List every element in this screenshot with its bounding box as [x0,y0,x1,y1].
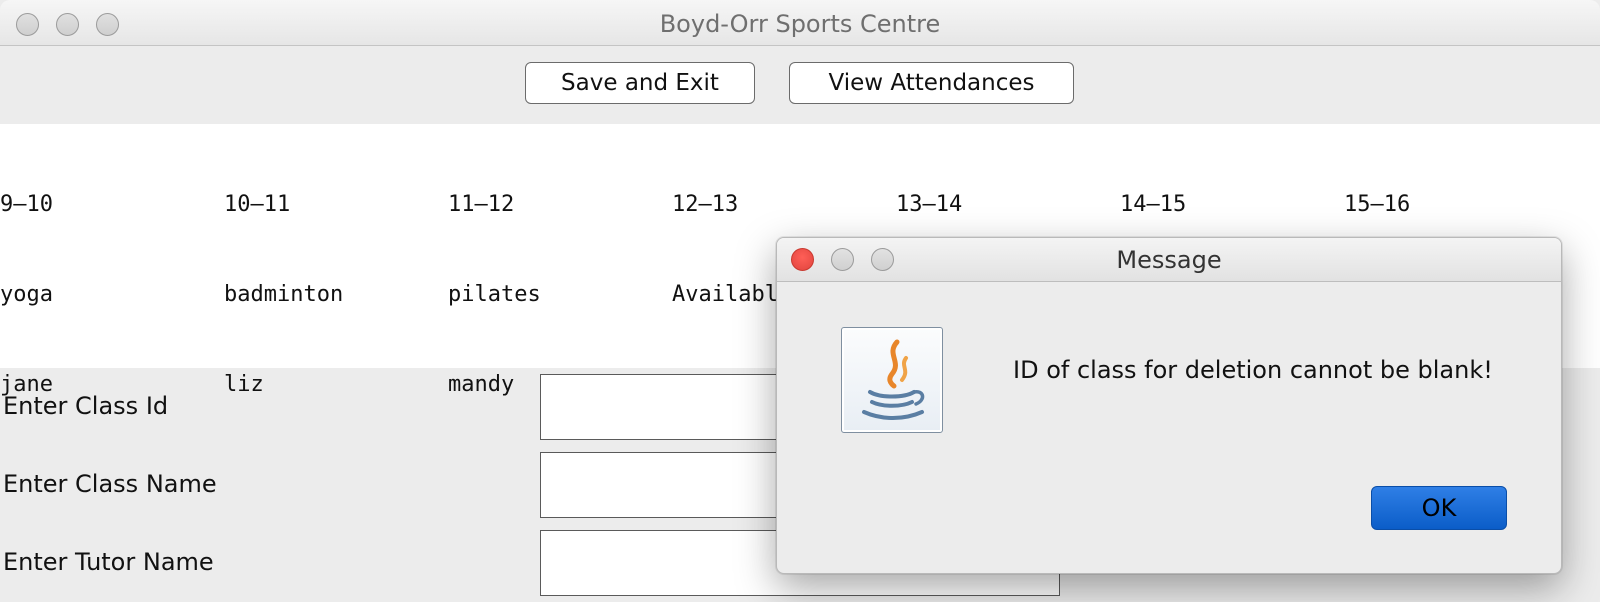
class-id-label: Enter Class Id [3,392,169,420]
message-dialog: Message ID of class for deletion cannot … [776,237,1562,574]
slot-class: pilates [448,282,541,307]
slot-time: 9–10 [0,192,53,217]
ok-button[interactable]: OK [1371,486,1507,530]
slot-time: 11–12 [448,192,515,217]
window-titlebar: Boyd-Orr Sports Centre [0,0,1600,46]
window-title: Boyd-Orr Sports Centre [659,10,941,38]
tutor-name-label: Enter Tutor Name [3,548,214,576]
slot-time: 12–13 [672,192,739,217]
slot-class: badminton [224,282,344,307]
slot-time: 15–16 [1344,192,1411,217]
save-and-exit-button[interactable]: Save and Exit [525,62,755,104]
schedule-slot: 10–11 badminton liz [224,130,444,460]
class-name-label: Enter Class Name [3,470,217,498]
slot-class: yoga [0,282,53,307]
slot-time: 10–11 [224,192,291,217]
slot-time: 13–14 [896,192,963,217]
slot-time: 14–15 [1120,192,1187,217]
dialog-message: ID of class for deletion cannot be blank… [1013,356,1493,384]
dialog-title: Message [1116,246,1222,274]
java-icon [841,327,943,433]
dialog-titlebar: Message [777,238,1561,282]
view-attendances-button[interactable]: View Attendances [789,62,1074,104]
slot-tutor: liz [224,372,264,397]
